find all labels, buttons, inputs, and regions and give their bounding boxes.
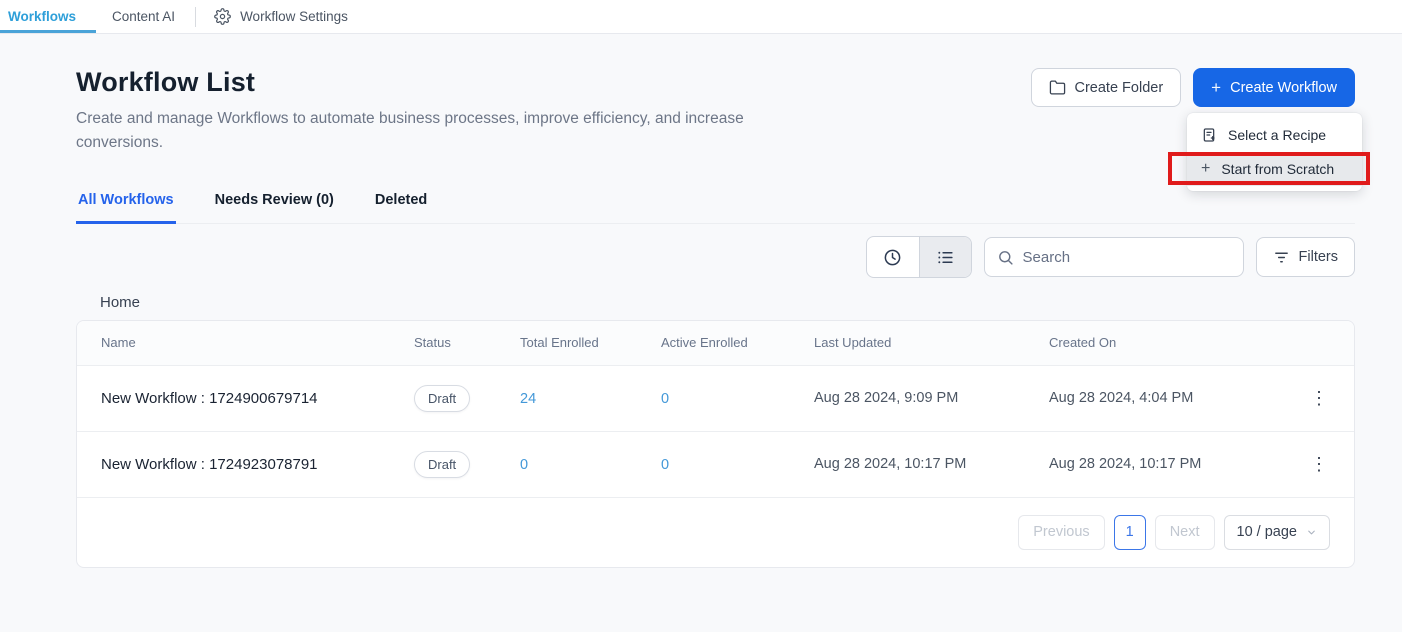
workflow-name[interactable]: New Workflow : 1724923078791	[77, 431, 390, 497]
filter-icon	[1273, 249, 1290, 266]
nav-divider	[195, 7, 196, 27]
workflow-name[interactable]: New Workflow : 1724900679714	[77, 365, 390, 431]
created-on-value: Aug 28 2024, 10:17 PM	[1025, 431, 1280, 497]
total-enrolled-link[interactable]: 0	[520, 457, 528, 473]
tab-needs-review[interactable]: Needs Review (0)	[213, 192, 336, 224]
create-folder-button[interactable]: Create Folder	[1031, 68, 1182, 107]
folder-icon	[1049, 79, 1066, 96]
list-view-button[interactable]	[919, 237, 971, 277]
page-subtitle: Create and manage Workflows to automate …	[76, 107, 826, 155]
created-on-value: Aug 28 2024, 4:04 PM	[1025, 365, 1280, 431]
create-folder-label: Create Folder	[1075, 80, 1164, 96]
menu-item-select-recipe[interactable]: Select a Recipe	[1187, 118, 1362, 152]
workflow-tabs: All Workflows Needs Review (0) Deleted	[76, 192, 1355, 224]
create-workflow-button[interactable]: + Create Workflow	[1193, 68, 1355, 107]
table-row[interactable]: New Workflow : 1724923078791 Draft 0 0 A…	[77, 431, 1355, 497]
next-page-button[interactable]: Next	[1155, 515, 1215, 550]
tab-deleted[interactable]: Deleted	[373, 192, 429, 224]
nav-tab-content-ai[interactable]: Content AI	[96, 0, 191, 33]
menu-item-label: Start from Scratch	[1221, 161, 1334, 177]
page-title: Workflow List	[76, 67, 826, 98]
header-actions: Create Folder + Create Workflow	[1031, 67, 1356, 107]
row-menu-kebab-icon[interactable]: ⋮	[1304, 451, 1334, 477]
row-menu-kebab-icon[interactable]: ⋮	[1304, 385, 1334, 411]
history-view-button[interactable]	[867, 237, 919, 277]
page-size-select[interactable]: 10 / page	[1224, 515, 1330, 550]
gear-icon	[214, 8, 231, 25]
search-icon	[997, 249, 1014, 266]
table-header-row: Name Status Total Enrolled Active Enroll…	[77, 321, 1355, 365]
menu-item-label: Select a Recipe	[1228, 127, 1326, 143]
page-number-button[interactable]: 1	[1114, 515, 1146, 550]
active-enrolled-link[interactable]: 0	[661, 457, 669, 473]
search-input[interactable]	[1023, 249, 1231, 266]
list-icon	[936, 248, 955, 267]
clock-icon	[883, 248, 902, 267]
recipe-file-plus-icon	[1201, 127, 1217, 143]
status-badge: Draft	[414, 385, 470, 412]
table-row[interactable]: New Workflow : 1724900679714 Draft 24 0 …	[77, 365, 1355, 431]
last-updated-value: Aug 28 2024, 9:09 PM	[790, 365, 1025, 431]
total-enrolled-link[interactable]: 24	[520, 391, 536, 407]
active-enrolled-link[interactable]: 0	[661, 391, 669, 407]
plus-icon: +	[1211, 79, 1221, 96]
nav-workflow-settings[interactable]: Workflow Settings	[200, 0, 362, 33]
page-header-text: Workflow List Create and manage Workflow…	[76, 67, 826, 155]
col-header-last-updated: Last Updated	[790, 321, 1025, 365]
view-toggle	[866, 236, 972, 278]
col-header-created-on: Created On	[1025, 321, 1280, 365]
nav-settings-label: Workflow Settings	[240, 9, 348, 24]
nav-tab-workflows[interactable]: Workflows	[0, 0, 96, 33]
breadcrumb[interactable]: Home	[76, 294, 1355, 311]
page: Workflows Content AI Workflow Settings W…	[0, 0, 1402, 632]
search-box	[984, 237, 1244, 277]
workflow-table-card: Name Status Total Enrolled Active Enroll…	[76, 320, 1355, 568]
toolbar: Filters	[76, 236, 1355, 278]
last-updated-value: Aug 28 2024, 10:17 PM	[790, 431, 1025, 497]
col-header-name: Name	[77, 321, 390, 365]
page-header: Workflow List Create and manage Workflow…	[76, 67, 1355, 155]
col-header-status: Status	[390, 321, 496, 365]
col-header-total-enrolled: Total Enrolled	[496, 321, 637, 365]
page-size-label: 10 / page	[1237, 524, 1297, 540]
plus-icon: +	[1201, 161, 1210, 177]
create-workflow-dropdown: Select a Recipe + Start from Scratch	[1187, 113, 1362, 191]
tab-all-workflows[interactable]: All Workflows	[76, 192, 176, 224]
status-badge: Draft	[414, 451, 470, 478]
pagination: Previous 1 Next 10 / page	[77, 498, 1354, 567]
filters-label: Filters	[1299, 249, 1338, 265]
menu-item-start-from-scratch[interactable]: + Start from Scratch	[1187, 152, 1362, 186]
workflow-table: Name Status Total Enrolled Active Enroll…	[77, 321, 1355, 498]
col-header-active-enrolled: Active Enrolled	[637, 321, 790, 365]
previous-page-button[interactable]: Previous	[1018, 515, 1104, 550]
top-nav: Workflows Content AI Workflow Settings	[0, 0, 1402, 34]
filters-button[interactable]: Filters	[1256, 237, 1355, 277]
create-workflow-label: Create Workflow	[1230, 80, 1337, 96]
chevron-down-icon	[1306, 527, 1317, 538]
col-header-actions	[1280, 321, 1355, 365]
